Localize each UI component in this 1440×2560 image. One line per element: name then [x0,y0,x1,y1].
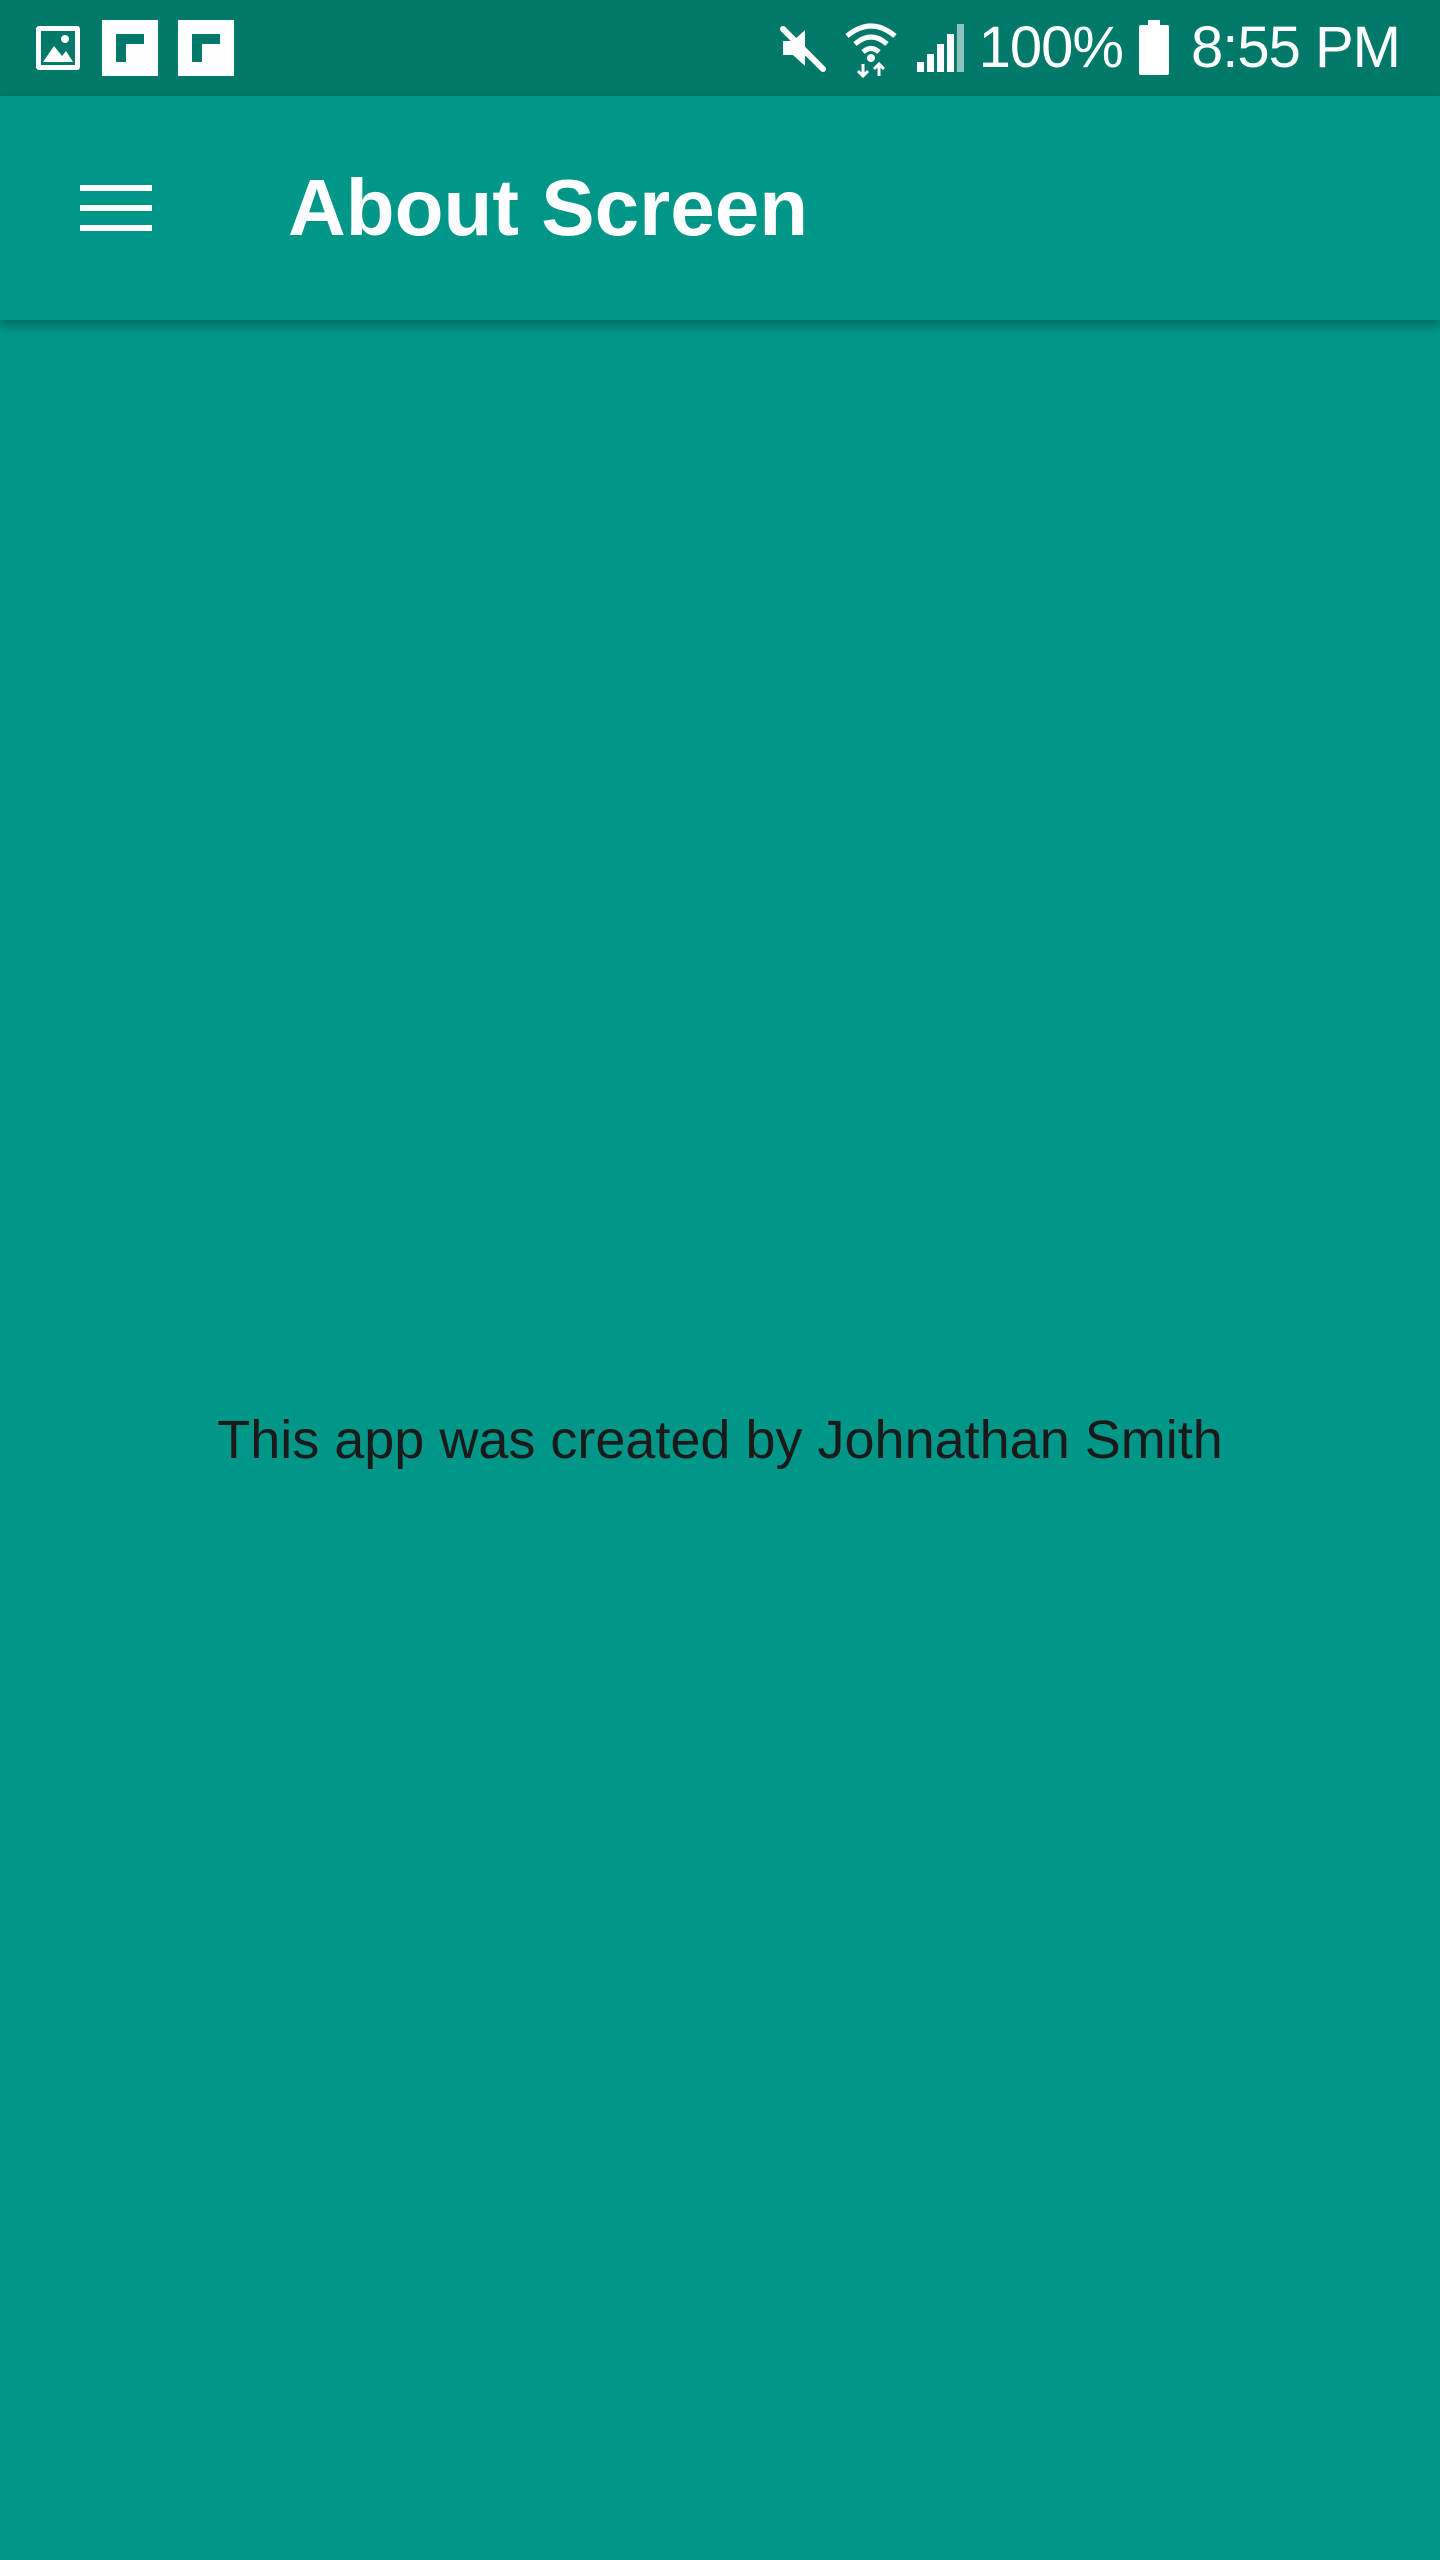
about-content: This app was created by Johnathan Smith [0,320,1440,2560]
flipboard-icon [178,20,234,76]
mute-icon [775,21,829,75]
flipboard-icon [102,20,158,76]
notification-icons [34,20,234,76]
signal-icon [913,22,965,74]
navigation-drawer-button[interactable] [56,148,176,268]
wifi-icon [843,18,899,78]
battery-icon [1137,20,1171,76]
status-bar: 100% 8:55 PM [0,0,1440,96]
page-title: About Screen [288,163,809,252]
app-bar: About Screen [0,96,1440,320]
credit-text: This app was created by Johnathan Smith [217,1410,1223,1470]
about-screen: 100% 8:55 PM About Screen This app was c… [0,0,1440,2560]
clock: 8:55 PM [1191,15,1401,80]
system-status: 100% 8:55 PM [775,14,1401,82]
hamburger-menu-icon [80,181,152,235]
gallery-icon [34,24,82,72]
battery-percent: 100% [978,15,1124,80]
